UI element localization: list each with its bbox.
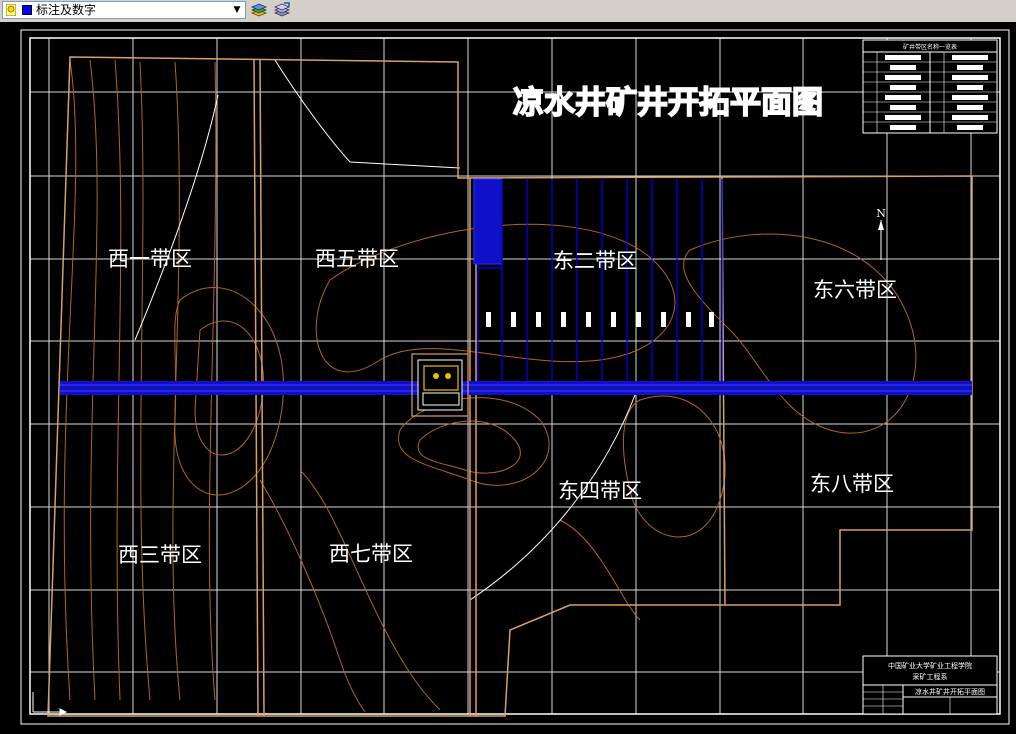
layer-color-swatch <box>22 5 32 15</box>
zone-table-title: 矿井带区名称一览表 <box>903 43 957 51</box>
lightbulb-lock-icon <box>6 4 16 16</box>
zone-label-east-2: 东二带区 <box>553 249 637 273</box>
working-panels <box>473 178 723 382</box>
layer-dropdown[interactable]: 标注及数字 ▼ <box>2 1 246 19</box>
zone-label-east-8: 东八带区 <box>810 472 894 496</box>
zone-label-west-5: 西五带区 <box>315 247 399 271</box>
outer-frame <box>20 29 1010 725</box>
zone-label-west-7: 西七带区 <box>329 542 413 566</box>
main-roadway <box>60 381 972 395</box>
shaft-yard <box>411 353 469 417</box>
title-block-drawing-name: 凉水井矿井开拓平面图 <box>915 687 985 696</box>
zone-label-west-3: 西三带区 <box>118 543 202 567</box>
title-block: 中国矿业大学矿业工程学院 采矿工程系 凉水井矿井开拓平面图 <box>862 655 998 715</box>
zone-label-west-1: 西一带区 <box>108 247 192 271</box>
zone-label-east-4: 东四带区 <box>558 479 642 503</box>
title-block-department: 采矿工程系 <box>913 672 948 681</box>
chevron-down-icon[interactable]: ▼ <box>230 3 244 17</box>
zone-table: 矿井带区名称一览表 <box>862 39 998 134</box>
north-label: N <box>876 207 886 220</box>
outcrop-line <box>134 94 219 341</box>
north-arrow: N <box>876 207 886 260</box>
layer-toolbar: 标注及数字 ▼ <box>0 0 1016 23</box>
drawing-title: 凉水井矿井开拓平面图 <box>513 85 823 121</box>
title-block-institution: 中国矿业大学矿业工程学院 <box>888 661 972 670</box>
outcrop-line-2 <box>274 59 461 169</box>
drawing-canvas[interactable]: 凉水井矿井开拓平面图 矿井带区名称一览表 N 西一带区 西五带区 东二带区 东六… <box>0 22 1016 730</box>
layer-previous-icon[interactable] <box>272 1 292 20</box>
mine-plan-drawing: 凉水井矿井开拓平面图 矿井带区名称一览表 N 西一带区 西五带区 东二带区 东六… <box>20 29 1010 725</box>
layer-name: 标注及数字 <box>36 3 97 17</box>
zone-label-east-6: 东六带区 <box>813 278 897 302</box>
layers-stack-icon[interactable] <box>249 1 269 20</box>
